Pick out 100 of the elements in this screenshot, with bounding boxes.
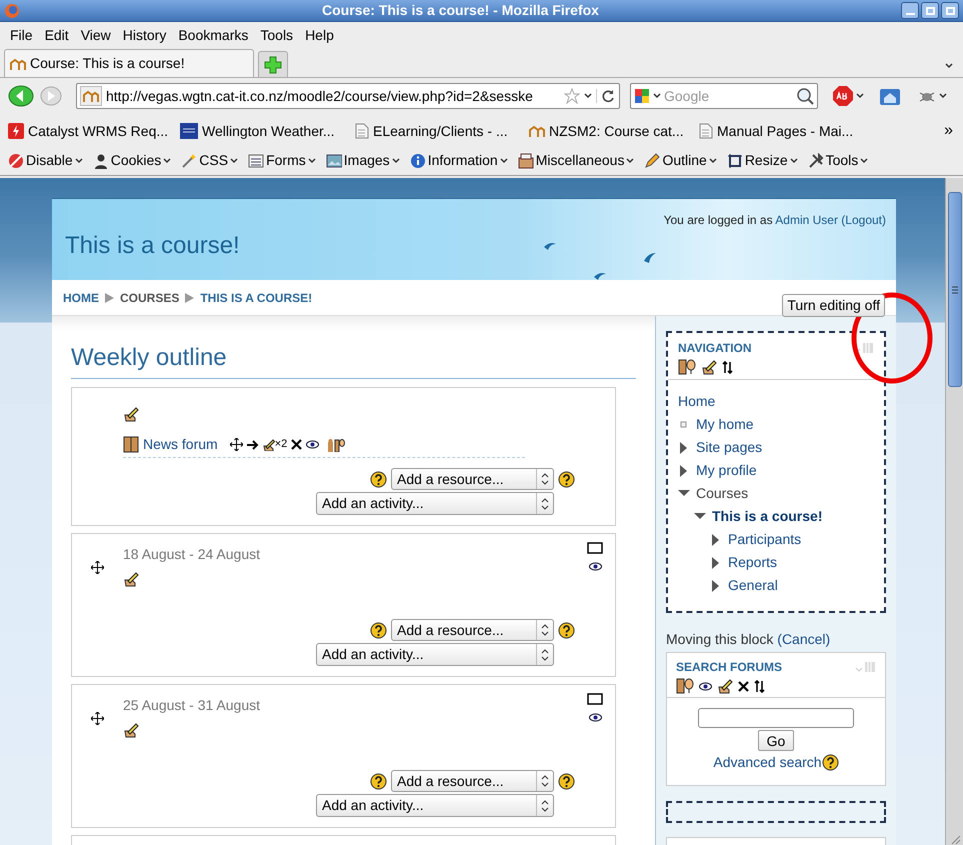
navigation-link[interactable]: My profile	[696, 460, 757, 481]
user-link[interactable]: Admin User	[775, 213, 838, 227]
advanced-search-link[interactable]: Advanced search	[713, 752, 822, 773]
url-text: http://vegas.wgtn.cat-it.co.nz/moodle2/course/view.php?id=2&sesske	[106, 86, 534, 106]
new-tab-button[interactable]	[258, 51, 288, 77]
move-icon[interactable]	[230, 438, 243, 451]
eye-icon[interactable]	[588, 562, 602, 571]
hand-pen-icon[interactable]	[262, 438, 275, 450]
help-icon[interactable]	[370, 622, 387, 638]
menu-item[interactable]: Bookmarks	[172, 24, 254, 46]
delete-icon[interactable]	[738, 680, 749, 692]
role-icon[interactable]	[327, 438, 346, 452]
activity-link[interactable]: News forum	[143, 434, 218, 455]
add-resource-select[interactable]: Add a resource...	[391, 770, 554, 792]
navigation-link[interactable]: Site pages	[696, 437, 762, 458]
help-icon[interactable]	[558, 772, 575, 790]
hand-pen-icon[interactable]	[123, 722, 139, 738]
logout-link[interactable]: (Logout)	[841, 213, 886, 227]
search-forums-field[interactable]	[698, 708, 854, 728]
caret-icon	[708, 158, 717, 164]
toolbar-menu-button[interactable]: Information	[410, 150, 508, 171]
reload-icon[interactable]	[601, 89, 615, 103]
adblock-icon[interactable]	[832, 85, 854, 107]
people-icon[interactable]	[678, 359, 696, 375]
bookmark-item[interactable]: Wellington Weather...	[180, 120, 355, 142]
move-icon[interactable]	[91, 561, 104, 574]
caret-icon	[939, 93, 947, 99]
menu-item[interactable]: Help	[299, 24, 340, 46]
menu-item[interactable]: History	[116, 24, 172, 46]
delete-icon[interactable]	[291, 439, 302, 450]
highlight-square-icon[interactable]	[587, 542, 603, 554]
eye-icon[interactable]	[588, 713, 602, 722]
search-input[interactable]: Google	[664, 86, 793, 106]
toolbar-menu-button[interactable]: Images	[326, 150, 400, 171]
menu-item[interactable]: File	[4, 24, 39, 46]
add-activity-select[interactable]: Add an activity...	[316, 643, 554, 666]
arrow-right-icon[interactable]	[246, 440, 259, 450]
add-activity-select[interactable]: Add an activity...	[316, 794, 554, 817]
navigation-link[interactable]: Reports	[728, 552, 778, 573]
toolbar-menu-button[interactable]: Outline	[644, 150, 717, 171]
breadcrumb-link[interactable]: THIS IS A COURSE!	[200, 288, 312, 306]
browser-tab[interactable]: Course: This is a course!	[4, 49, 254, 77]
toolbar-menu-button[interactable]: CSS	[181, 150, 238, 171]
navigation-link[interactable]: This is a course!	[712, 506, 822, 527]
menu-item[interactable]: View	[74, 24, 117, 46]
eye-icon[interactable]	[306, 440, 320, 449]
cancel-link[interactable]: (Cancel)	[777, 631, 830, 647]
move-updown-icon[interactable]	[722, 360, 733, 374]
add-resource-select[interactable]: Add a resource...	[391, 468, 554, 490]
toolbar-menu-button[interactable]: Resize	[726, 150, 798, 171]
star-icon[interactable]	[564, 88, 580, 104]
eye-icon[interactable]	[699, 682, 712, 690]
bookmark-item[interactable]: Manual Pages - Mai...	[699, 120, 899, 142]
breadcrumb-link[interactable]: HOME	[63, 288, 99, 306]
toolbar-menu-button[interactable]: Tools	[808, 150, 868, 171]
add-activity-select[interactable]: Add an activity...	[316, 492, 554, 515]
move-updown-icon[interactable]	[754, 680, 765, 692]
back-icon[interactable]	[8, 85, 34, 107]
add-resource-select[interactable]: Add a resource...	[391, 619, 554, 641]
breadcrumb-link[interactable]: COURSES	[120, 288, 180, 306]
bookmarks-overflow-button[interactable]: »	[944, 119, 953, 143]
magnifier-icon[interactable]	[796, 87, 814, 105]
toolbar-menu-button[interactable]: Forms	[248, 150, 316, 171]
navigation-link[interactable]: My home	[696, 414, 754, 435]
bookmark-item[interactable]: Catalyst WRMS Req...	[8, 120, 180, 142]
caret-icon	[308, 158, 316, 164]
go-button[interactable]: Go	[758, 730, 794, 751]
hand-pen-icon[interactable]	[123, 571, 139, 587]
navigation-link[interactable]: General	[728, 575, 778, 596]
search-bar[interactable]: Google	[630, 83, 818, 109]
navigation-link[interactable]: Courses	[696, 483, 748, 504]
help-icon[interactable]	[558, 470, 575, 488]
hand-pen-icon[interactable]	[701, 359, 717, 375]
scrollbar-thumb[interactable]	[948, 192, 962, 387]
toolbar-menu-button[interactable]: Cookies	[92, 150, 172, 171]
help-icon[interactable]	[370, 772, 387, 790]
turn-editing-off-button[interactable]: Turn editing off	[782, 294, 885, 317]
help-icon[interactable]	[370, 470, 387, 488]
bookmark-item[interactable]: NZSM2: Course cat...	[529, 120, 699, 142]
toolbar-menu-button[interactable]: Disable	[8, 150, 83, 171]
menu-item[interactable]: Tools	[254, 24, 300, 46]
address-bar[interactable]: http://vegas.wgtn.cat-it.co.nz/moodle2/course/view.php?id=2&sesske	[76, 83, 620, 109]
help-icon[interactable]	[822, 754, 839, 771]
help-icon[interactable]	[558, 622, 575, 638]
bookmark-item[interactable]: ELearning/Clients - ...	[355, 120, 529, 142]
move-icon[interactable]	[91, 712, 104, 725]
maximize-button[interactable]	[921, 2, 939, 19]
navigation-link[interactable]: Home	[678, 391, 716, 412]
toolbar-menu-button[interactable]: Miscellaneous	[518, 150, 634, 171]
course-title: This is a course!	[65, 231, 240, 261]
vertical-scrollbar[interactable]	[945, 178, 963, 845]
people-icon[interactable]	[676, 678, 694, 694]
hand-pen-icon[interactable]	[123, 406, 139, 422]
highlight-square-icon[interactable]	[587, 693, 603, 705]
breadcrumb-separator-icon	[185, 292, 194, 302]
close-button[interactable]	[941, 2, 959, 19]
hand-pen-icon[interactable]	[717, 678, 733, 694]
navigation-link[interactable]: Participants	[728, 529, 802, 550]
menu-item[interactable]: Edit	[38, 24, 75, 46]
minimize-button[interactable]	[901, 2, 919, 19]
